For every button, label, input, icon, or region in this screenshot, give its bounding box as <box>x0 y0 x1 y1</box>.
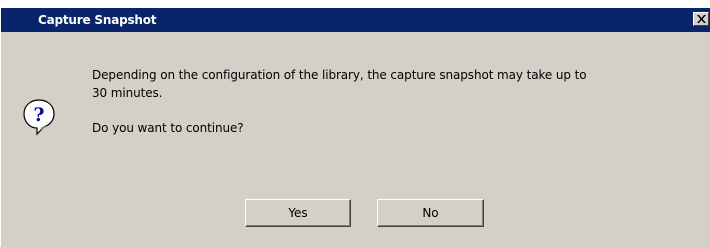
dialog-title: Capture Snapshot <box>38 13 157 27</box>
svg-text:?: ? <box>33 104 44 126</box>
message-text: Depending on the configuration of the li… <box>92 66 692 137</box>
close-icon <box>697 15 706 23</box>
confirm-question: Do you want to continue? <box>92 121 244 135</box>
title-bar[interactable]: Capture Snapshot <box>1 8 710 32</box>
message-line-2: 30 minutes. <box>92 86 163 100</box>
capture-snapshot-dialog: Capture Snapshot ? Depending on the conf… <box>0 8 710 247</box>
yes-button[interactable]: Yes <box>245 199 351 227</box>
message-line-1: Depending on the configuration of the li… <box>92 68 587 82</box>
close-button[interactable] <box>693 12 709 26</box>
no-button[interactable]: No <box>377 199 484 227</box>
question-icon: ? <box>23 99 55 136</box>
